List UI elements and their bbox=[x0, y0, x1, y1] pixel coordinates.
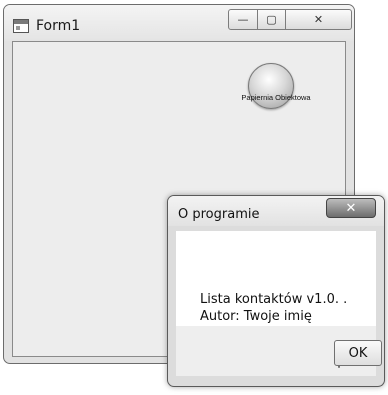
close-icon: ✕ bbox=[313, 13, 324, 26]
close-icon: ✕ bbox=[345, 200, 357, 216]
maximize-icon: ▢ bbox=[266, 13, 277, 26]
caption-buttons: — ▢ ✕ bbox=[228, 9, 352, 30]
minimize-icon: — bbox=[237, 13, 249, 26]
minimize-button[interactable]: — bbox=[228, 9, 258, 30]
app-icon[interactable] bbox=[13, 19, 29, 33]
dialog-title-bar[interactable]: O programie ✕ bbox=[168, 196, 384, 226]
dialog-close-button[interactable]: ✕ bbox=[326, 198, 376, 218]
close-button[interactable]: ✕ bbox=[286, 9, 352, 30]
ok-button[interactable]: OK bbox=[334, 340, 382, 366]
message-line-2: Autor: Twoje imię bbox=[200, 309, 312, 324]
message-line-1: Lista kontaktów v1.0. . bbox=[200, 292, 348, 307]
form1-title-bar[interactable]: Form1 — ▢ ✕ bbox=[4, 5, 354, 41]
orb-button[interactable] bbox=[248, 63, 294, 109]
window-title: Form1 bbox=[36, 18, 81, 34]
dialog-title: O programie bbox=[178, 207, 260, 222]
orb-label: Papiernia Obiektowa bbox=[241, 93, 311, 102]
ok-label: OK bbox=[348, 345, 368, 361]
maximize-button[interactable]: ▢ bbox=[258, 9, 286, 30]
